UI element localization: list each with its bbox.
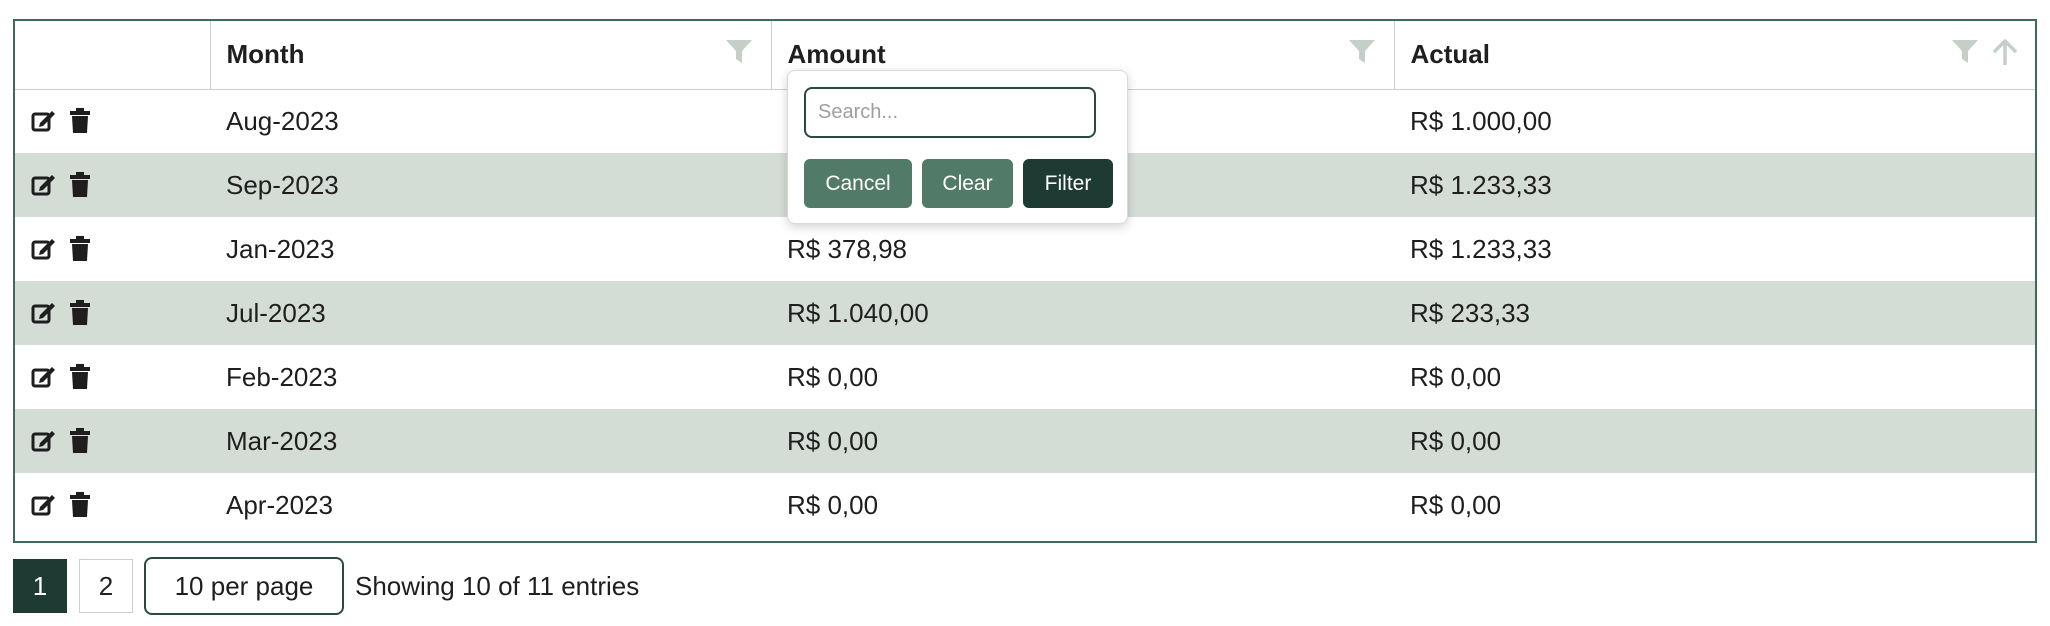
cell-amount: R$ 0,00 [787,425,879,456]
filter-icon[interactable] [1348,39,1376,65]
clear-button[interactable]: Clear [922,159,1013,208]
cell-month: Apr-2023 [226,489,333,520]
entries-info: Showing 10 of 11 entries [355,570,640,601]
row-actions [15,89,210,153]
cell-amount: R$ 0,00 [787,489,879,520]
filter-icon[interactable] [725,39,753,65]
table-row: Mar-2023 R$ 0,00 R$ 0,00 [15,409,2035,473]
edit-icon[interactable] [31,365,57,389]
cell-month: Mar-2023 [226,425,338,456]
table-row: Feb-2023 R$ 0,00 R$ 0,00 [15,345,2035,409]
pagination: 1 2 10 per page Showing 10 of 11 entries [13,557,639,615]
header-actual[interactable]: Actual [1394,21,2035,90]
trash-icon[interactable] [69,236,91,262]
edit-icon[interactable] [31,429,57,453]
row-actions [15,153,210,217]
page-1-button[interactable]: 1 [13,559,67,613]
trash-icon[interactable] [69,428,91,454]
table-row: Jan-2023 R$ 378,98 R$ 1.233,33 [15,217,2035,281]
header-month-label: Month [226,39,305,70]
amount-filter-popover: Cancel Clear Filter [787,70,1128,224]
header-actions [15,21,211,90]
filter-button[interactable]: Filter [1023,159,1113,208]
cell-month: Sep-2023 [226,169,339,200]
trash-icon[interactable] [69,108,91,134]
arrow-up-icon[interactable] [1993,39,2017,66]
edit-icon[interactable] [31,173,57,197]
cancel-button[interactable]: Cancel [804,159,912,208]
cell-actual: R$ 1.233,33 [1410,233,1552,264]
cell-month: Jan-2023 [226,233,335,264]
per-page-select[interactable]: 10 per page [144,557,344,615]
header-amount-label: Amount [787,39,886,70]
filter-icon[interactable] [1951,39,1979,65]
table-row: Jul-2023 R$ 1.040,00 R$ 233,33 [15,281,2035,345]
cell-actual: R$ 0,00 [1410,425,1502,456]
cell-month: Feb-2023 [226,361,338,392]
cell-actual: R$ 0,00 [1410,489,1502,520]
trash-icon[interactable] [69,172,91,198]
trash-icon[interactable] [69,492,91,518]
table-row: Apr-2023 R$ 0,00 R$ 0,00 [15,473,2035,537]
trash-icon[interactable] [69,300,91,326]
cell-actual: R$ 233,33 [1410,297,1530,328]
row-actions [15,473,210,537]
cell-amount: R$ 1.040,00 [787,297,929,328]
edit-icon[interactable] [31,237,57,261]
row-actions [15,345,210,409]
header-month[interactable]: Month [210,21,772,90]
trash-icon[interactable] [69,364,91,390]
header-actual-label: Actual [1410,39,1490,70]
row-actions [15,217,210,281]
cell-actual: R$ 1.233,33 [1410,169,1552,200]
edit-icon[interactable] [31,493,57,517]
cell-month: Jul-2023 [226,297,326,328]
edit-icon[interactable] [31,301,57,325]
row-actions [15,409,210,473]
cell-actual: R$ 0,00 [1410,361,1502,392]
cell-actual: R$ 1.000,00 [1410,105,1552,136]
cell-month: Aug-2023 [226,105,339,136]
cell-amount: R$ 0,00 [787,361,879,392]
cell-amount: R$ 378,98 [787,233,907,264]
filter-search-input[interactable] [804,87,1096,138]
edit-icon[interactable] [31,109,57,133]
row-actions [15,281,210,345]
page-2-button[interactable]: 2 [79,559,133,613]
